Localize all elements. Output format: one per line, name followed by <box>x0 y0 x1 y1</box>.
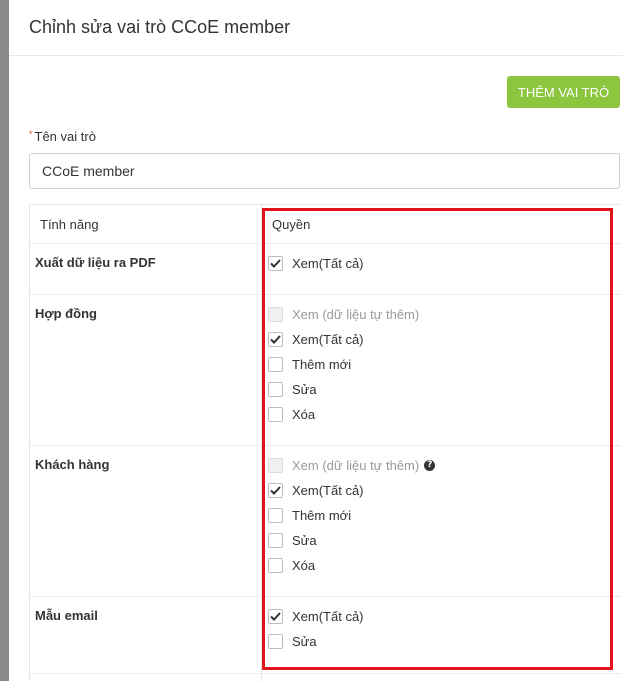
permission-label: Sửa <box>292 381 317 397</box>
permission-option: Thêm mới <box>268 506 351 524</box>
permission-label: Xem (dữ liệu tự thêm) <box>292 457 420 473</box>
role-name-input[interactable] <box>29 153 620 189</box>
permission-label: Thêm mới <box>292 356 352 372</box>
permission-label: Xóa <box>292 557 316 573</box>
checkbox[interactable] <box>268 406 283 422</box>
permission-label: Xóa <box>292 406 316 422</box>
edit-role-panel: Chỉnh sửa vai trò CCoE member THÊM VAI T… <box>9 0 623 682</box>
checkbox[interactable] <box>268 507 283 523</box>
column-header-feature: Tính năng <box>40 217 99 232</box>
checkbox-checked[interactable] <box>268 608 283 624</box>
permission-label: Sửa <box>292 633 317 649</box>
row-divider <box>30 445 621 446</box>
permission-label: Xem (dữ liệu tự thêm) <box>292 306 420 322</box>
check-icon <box>270 611 281 621</box>
add-role-button[interactable]: THÊM VAI TRÒ <box>507 76 620 108</box>
checkbox[interactable] <box>268 633 283 649</box>
required-marker: * <box>29 129 33 139</box>
role-name-label: * Tên vai trò <box>29 129 96 144</box>
permission-option: Xem(Tất cả) <box>268 481 364 499</box>
permission-option: Xem(Tất cả) <box>268 330 364 348</box>
checkbox <box>268 457 283 473</box>
checkbox-checked[interactable] <box>268 255 283 271</box>
permission-option: Sửa <box>268 632 317 650</box>
row-divider <box>30 673 621 674</box>
checkbox[interactable] <box>268 557 283 573</box>
permission-option: Xem (dữ liệu tự thêm) <box>268 305 419 323</box>
question-circle-icon[interactable]: ? <box>424 459 436 471</box>
check-icon <box>270 485 281 495</box>
permission-option: Thêm mới <box>268 355 351 373</box>
permission-label: Xem(Tất cả) <box>292 482 364 498</box>
feature-name: Xuất dữ liệu ra PDF <box>35 255 156 270</box>
checkbox <box>268 306 283 322</box>
permission-option: Xem(Tất cả) <box>268 607 364 625</box>
column-divider <box>261 205 262 682</box>
checkbox-checked[interactable] <box>268 482 283 498</box>
background-strip <box>0 0 9 681</box>
checkbox[interactable] <box>268 381 283 397</box>
row-divider <box>30 596 621 597</box>
permission-option: Xem(Tất cả) <box>268 254 364 272</box>
permissions-table: Tính năng Quyền Xuất dữ liệu ra PDF Xem(T… <box>29 204 621 682</box>
role-name-label-text: Tên vai trò <box>34 129 96 144</box>
checkbox-checked[interactable] <box>268 331 283 347</box>
permission-label: Xem(Tất cả) <box>292 331 364 347</box>
permission-option: Sửa <box>268 531 317 549</box>
permission-label: Sửa <box>292 532 317 548</box>
column-header-permission: Quyền <box>272 217 311 232</box>
row-divider <box>30 243 621 244</box>
feature-name: Mẫu email <box>35 608 98 623</box>
permission-label: Xem(Tất cả) <box>292 608 364 624</box>
feature-name: Hợp đồng <box>35 306 97 321</box>
checkbox[interactable] <box>268 532 283 548</box>
checkbox[interactable] <box>268 356 283 372</box>
permission-option: Xóa <box>268 556 315 574</box>
permission-label: Thêm mới <box>292 507 352 523</box>
permission-option: Sửa <box>268 380 317 398</box>
check-icon <box>270 258 281 268</box>
permission-label: Xem(Tất cả) <box>292 255 364 271</box>
feature-name: Khách hàng <box>35 457 110 472</box>
check-icon <box>270 334 281 344</box>
permission-option: Xem (dữ liệu tự thêm)? <box>268 456 436 474</box>
panel-header: Chỉnh sửa vai trò CCoE member <box>9 0 623 56</box>
permission-option: Xóa <box>268 405 315 423</box>
page-title: Chỉnh sửa vai trò CCoE member <box>29 17 291 37</box>
row-divider <box>30 294 621 295</box>
